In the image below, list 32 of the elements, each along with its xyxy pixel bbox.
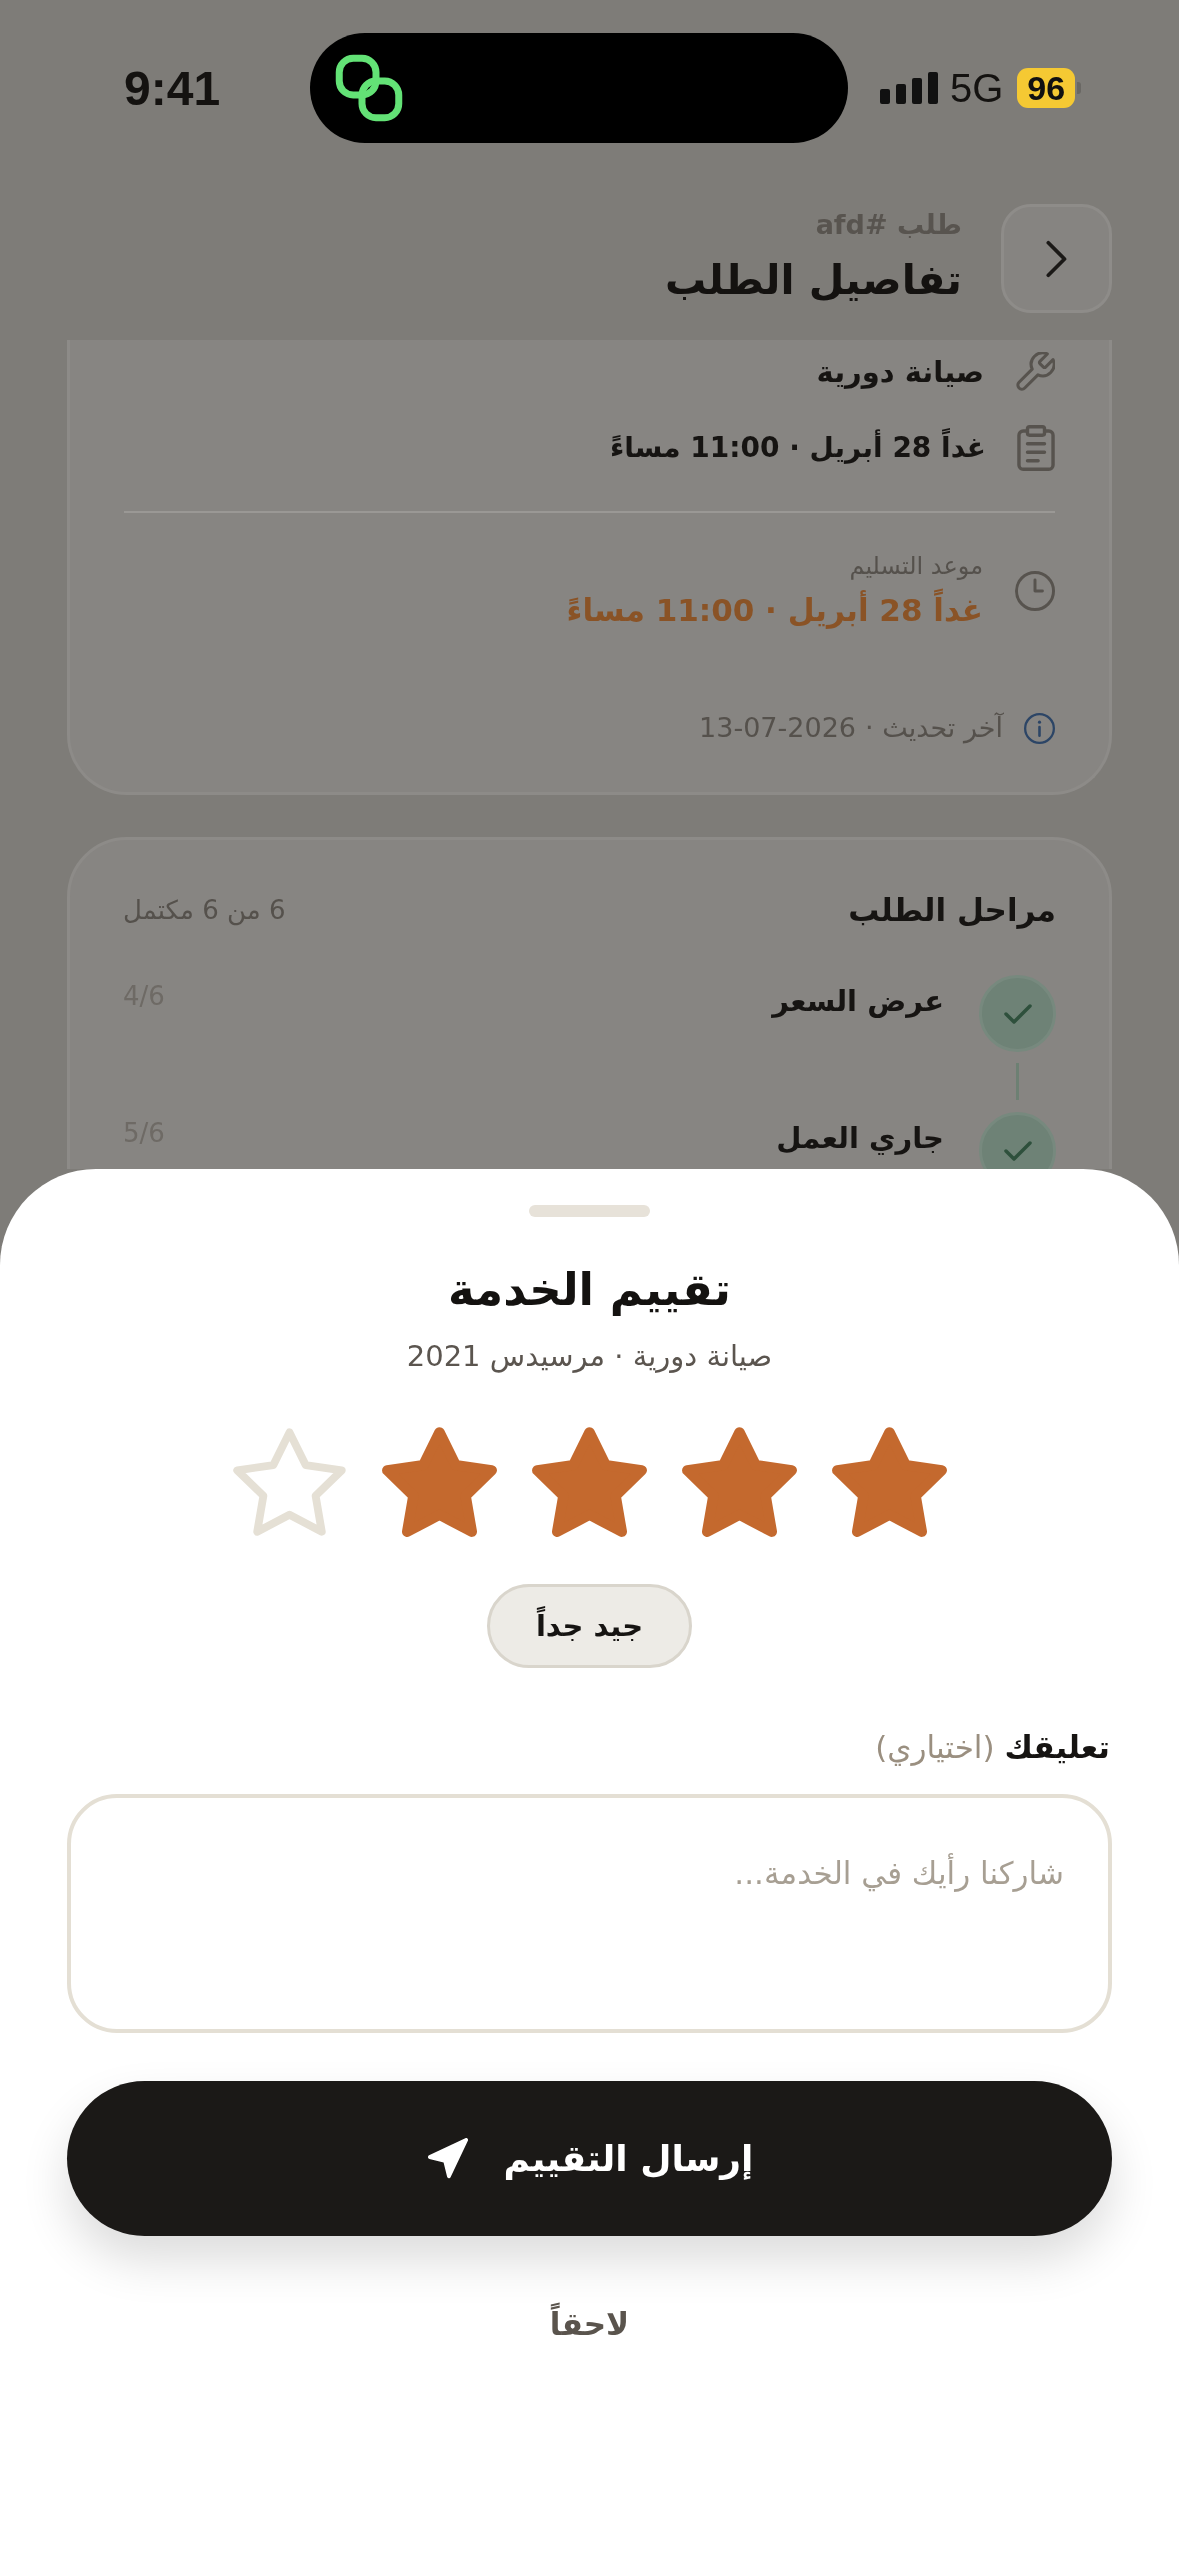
star-icon[interactable]	[681, 1426, 798, 1538]
clock-icon	[1015, 571, 1055, 611]
star-icon[interactable]	[381, 1426, 498, 1538]
star-icon[interactable]	[831, 1426, 948, 1538]
rating-label: جيد جداً	[486, 1584, 693, 1668]
battery-level: 96	[1017, 68, 1076, 108]
step-name: جاري العمل	[776, 1120, 944, 1157]
star-icon[interactable]	[231, 1426, 348, 1538]
signal-icon	[880, 72, 938, 104]
comment-label: تعليقك (اختياري)	[875, 1728, 1110, 1766]
drag-handle[interactable]	[529, 1205, 650, 1217]
service-name: صيانة دورية	[816, 354, 984, 391]
page-title: تفاصيل الطلب	[664, 255, 962, 306]
send-icon	[425, 2137, 470, 2180]
wrench-icon	[1015, 352, 1055, 392]
later-button[interactable]: لاحقاً	[529, 2300, 650, 2348]
stages-title: مراحل الطلب	[848, 891, 1056, 930]
clock-time: 9:41	[124, 61, 221, 115]
star-icon[interactable]	[531, 1426, 648, 1538]
delivery-time: غداً 28 أبريل · 11:00 مساءً	[566, 589, 983, 631]
sheet-subtitle: صيانة دورية · مرسيدس 2021	[406, 1338, 773, 1374]
comment-field[interactable]: شاركنا رأيك في الخدمة...	[67, 1794, 1112, 2033]
clipboard-icon	[1017, 425, 1055, 471]
info-icon	[1024, 712, 1055, 744]
network-type: 5G	[950, 65, 1004, 111]
submit-button[interactable]: إرسال التقييم	[67, 2081, 1112, 2236]
sheet-title: تقييم الخدمة	[448, 1262, 731, 1318]
star-rating[interactable]	[231, 1426, 948, 1538]
link-icon	[334, 53, 404, 123]
chevron-right-icon	[1045, 239, 1068, 278]
step-name: عرض السعر	[772, 983, 944, 1020]
appointment-time: غداً 28 أبريل · 11:00 مساءً	[609, 428, 986, 468]
